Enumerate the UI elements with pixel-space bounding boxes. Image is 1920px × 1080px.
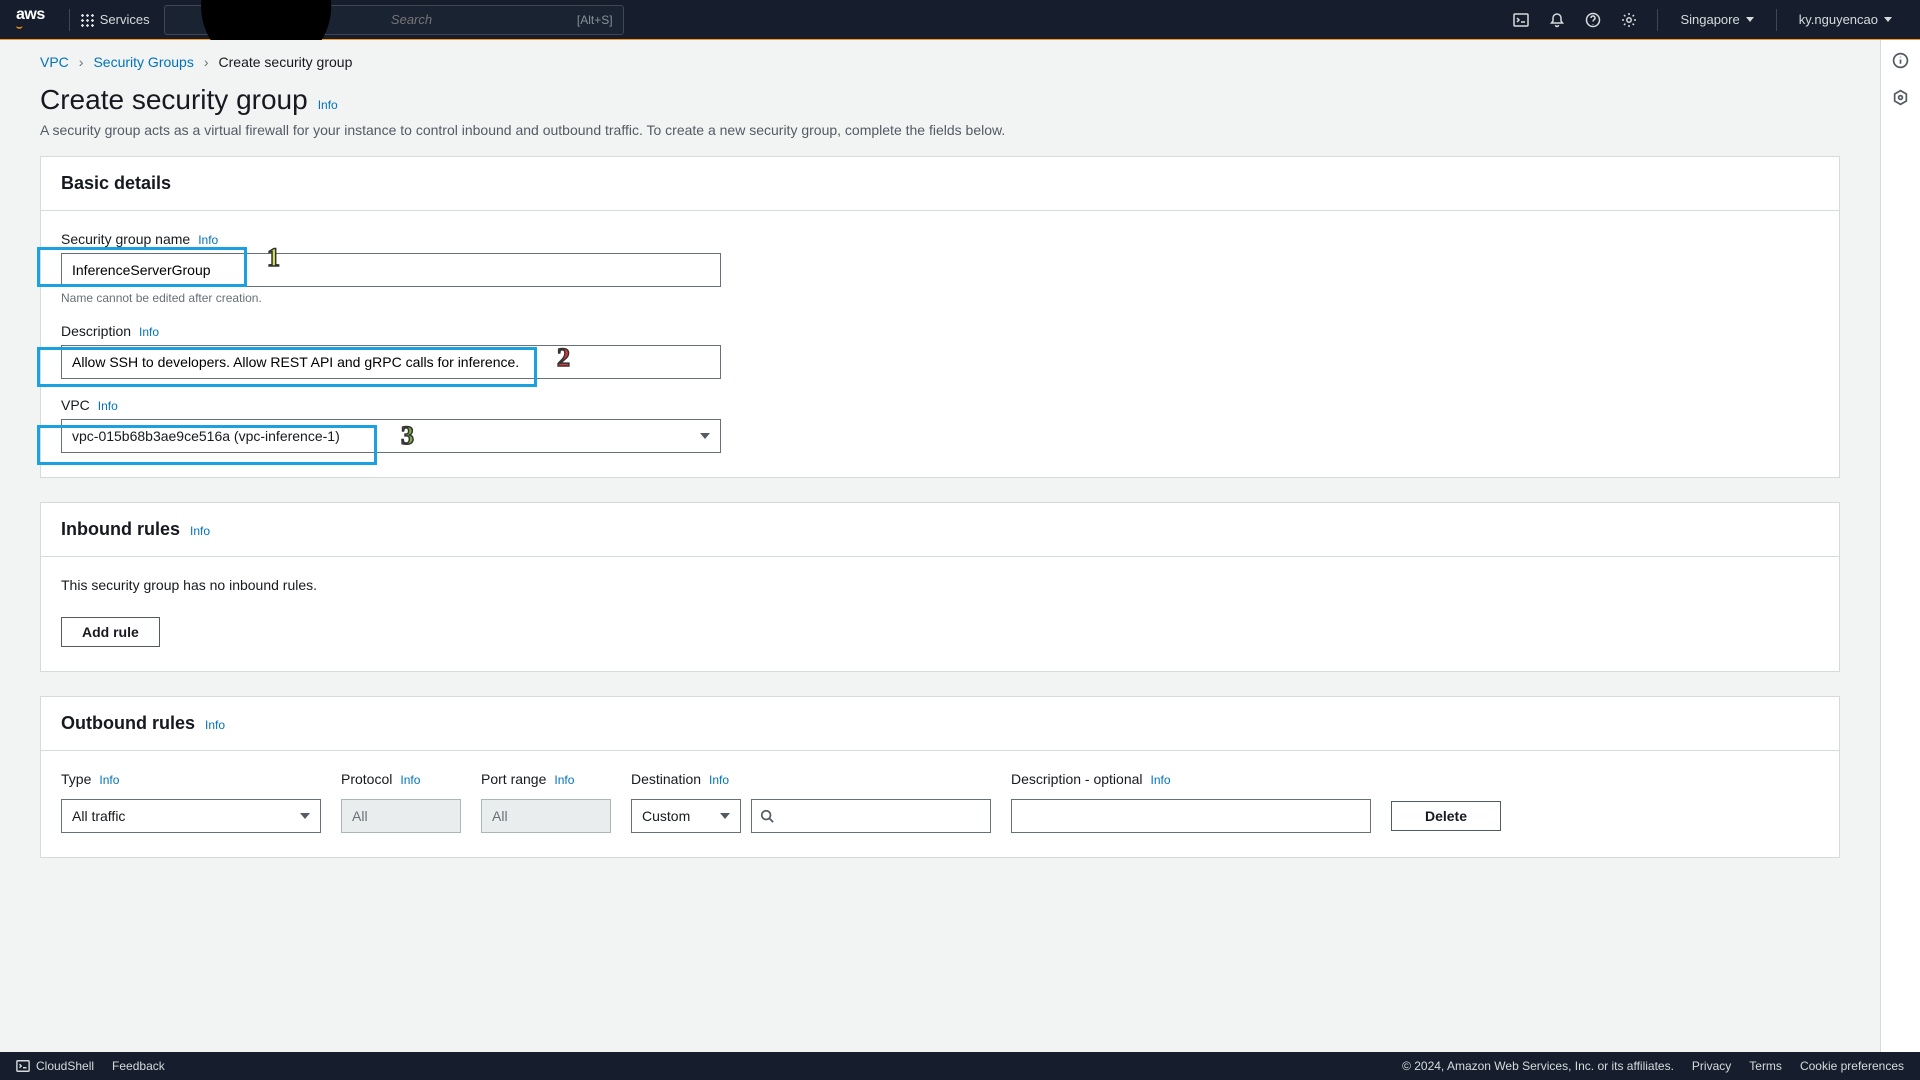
- rule-description-input[interactable]: [1011, 799, 1371, 833]
- field-description: Description Info: [61, 323, 1819, 379]
- footer-bar: CloudShell Feedback © 2024, Amazon Web S…: [0, 1052, 1920, 1080]
- info-link[interactable]: Info: [554, 773, 574, 787]
- caret-down-icon: [720, 813, 730, 819]
- crumb-vpc[interactable]: VPC: [40, 54, 69, 70]
- nav-icons: Singapore ky.nguyencao: [1503, 0, 1904, 40]
- col-type: Type: [61, 771, 91, 787]
- region-selector[interactable]: Singapore: [1668, 12, 1765, 27]
- copyright-text: © 2024, Amazon Web Services, Inc. or its…: [1402, 1059, 1674, 1073]
- page-header: Create security group Info A security gr…: [0, 80, 1880, 156]
- crumb-current: Create security group: [219, 54, 353, 70]
- hexagon-icon[interactable]: [1892, 89, 1909, 106]
- label-description: Description: [61, 323, 131, 339]
- vpc-selected-value: vpc-015b68b3ae9ce516a (vpc-inference-1): [72, 428, 340, 444]
- user-label: ky.nguyencao: [1799, 12, 1878, 27]
- cloudshell-icon-button[interactable]: [1503, 0, 1539, 40]
- col-port: Port range: [481, 771, 546, 787]
- services-label: Services: [100, 12, 150, 27]
- breadcrumb: VPC › Security Groups › Create security …: [0, 40, 1880, 80]
- help-icon: [1585, 12, 1601, 28]
- rule-port-input: All: [481, 799, 611, 833]
- privacy-link[interactable]: Privacy: [1692, 1059, 1731, 1073]
- field-vpc: VPC Info vpc-015b68b3ae9ce516a (vpc-infe…: [61, 397, 1819, 453]
- grid-icon: [80, 13, 94, 27]
- vpc-select[interactable]: vpc-015b68b3ae9ce516a (vpc-inference-1): [61, 419, 721, 453]
- notifications-button[interactable]: [1539, 0, 1575, 40]
- rule-type-value: All traffic: [72, 808, 125, 824]
- rule-destination-mode-select[interactable]: Custom: [631, 799, 741, 833]
- field-security-group-name: Security group name Info Name cannot be …: [61, 231, 1819, 305]
- info-link[interactable]: Info: [198, 233, 218, 247]
- caret-down-icon: [700, 433, 710, 439]
- info-link[interactable]: Info: [190, 524, 210, 538]
- right-utility-strip: [1880, 40, 1920, 1052]
- crumb-security-groups[interactable]: Security Groups: [93, 54, 193, 70]
- rule-type-select[interactable]: All traffic: [61, 799, 321, 833]
- caret-down-icon: [300, 813, 310, 819]
- security-group-name-input[interactable]: [61, 253, 721, 287]
- label-name: Security group name: [61, 231, 190, 247]
- divider: [1776, 9, 1777, 31]
- bell-icon: [1549, 12, 1565, 28]
- account-menu[interactable]: ky.nguyencao: [1787, 12, 1904, 27]
- caret-down-icon: [1884, 17, 1892, 22]
- col-protocol: Protocol: [341, 771, 392, 787]
- add-inbound-rule-button[interactable]: Add rule: [61, 617, 160, 647]
- info-link[interactable]: Info: [1151, 773, 1171, 787]
- search-input[interactable]: [391, 12, 569, 27]
- page-title: Create security group Info: [40, 84, 1840, 116]
- settings-button[interactable]: [1611, 0, 1647, 40]
- panel-header: Outbound rules Info: [41, 697, 1839, 751]
- label-vpc: VPC: [61, 397, 90, 413]
- chevron-right-icon: ›: [79, 54, 84, 70]
- aws-logo[interactable]: aws ⌣: [16, 6, 45, 33]
- info-link[interactable]: Info: [99, 773, 119, 787]
- dest-mode-value: Custom: [642, 808, 690, 824]
- services-button[interactable]: Services: [80, 12, 150, 27]
- info-icon[interactable]: [1892, 52, 1909, 69]
- info-link[interactable]: Info: [400, 773, 420, 787]
- inbound-empty-text: This security group has no inbound rules…: [61, 577, 1819, 593]
- panel-inbound-rules: Inbound rules Info This security group h…: [40, 502, 1840, 672]
- gear-icon: [1621, 12, 1637, 28]
- top-navbar: aws ⌣ Services [Alt+S] Singapore: [0, 0, 1920, 40]
- terminal-icon: [16, 1059, 30, 1073]
- panel-outbound-rules: Outbound rules Info Type Info Protocol Inf…: [40, 696, 1840, 858]
- search-icon: [760, 809, 774, 823]
- description-input[interactable]: [61, 345, 721, 379]
- rule-destination-input[interactable]: [780, 808, 982, 824]
- outbound-rule-row: All traffic All All Custom: [61, 799, 1819, 833]
- feedback-link[interactable]: Feedback: [112, 1059, 165, 1073]
- col-destination: Destination: [631, 771, 701, 787]
- search-hint: [Alt+S]: [577, 13, 613, 27]
- caret-down-icon: [1746, 17, 1754, 22]
- info-link[interactable]: Info: [318, 98, 338, 112]
- info-link[interactable]: Info: [205, 718, 225, 732]
- page-subtitle: A security group acts as a virtual firew…: [40, 122, 1840, 138]
- main-content: VPC › Security Groups › Create security …: [0, 40, 1880, 1052]
- rule-protocol-input: All: [341, 799, 461, 833]
- terms-link[interactable]: Terms: [1749, 1059, 1782, 1073]
- terminal-icon: [1513, 12, 1529, 28]
- chevron-right-icon: ›: [204, 54, 209, 70]
- panel-header: Basic details: [41, 157, 1839, 211]
- info-link[interactable]: Info: [709, 773, 729, 787]
- divider: [69, 9, 70, 31]
- global-search[interactable]: [Alt+S]: [164, 5, 624, 35]
- cookie-preferences-link[interactable]: Cookie preferences: [1800, 1059, 1904, 1073]
- info-link[interactable]: Info: [98, 399, 118, 413]
- panel-header: Inbound rules Info: [41, 503, 1839, 557]
- outbound-columns: Type Info Protocol Info Port range Info Des…: [61, 771, 1819, 799]
- delete-rule-button[interactable]: Delete: [1391, 801, 1501, 831]
- region-label: Singapore: [1680, 12, 1739, 27]
- rule-destination-search[interactable]: [751, 799, 991, 833]
- divider: [1657, 9, 1658, 31]
- panel-basic-details: Basic details Security group name Info N…: [40, 156, 1840, 478]
- name-hint: Name cannot be edited after creation.: [61, 291, 1819, 305]
- col-description: Description - optional: [1011, 771, 1143, 787]
- help-button[interactable]: [1575, 0, 1611, 40]
- info-link[interactable]: Info: [139, 325, 159, 339]
- cloudshell-button[interactable]: CloudShell: [16, 1059, 94, 1073]
